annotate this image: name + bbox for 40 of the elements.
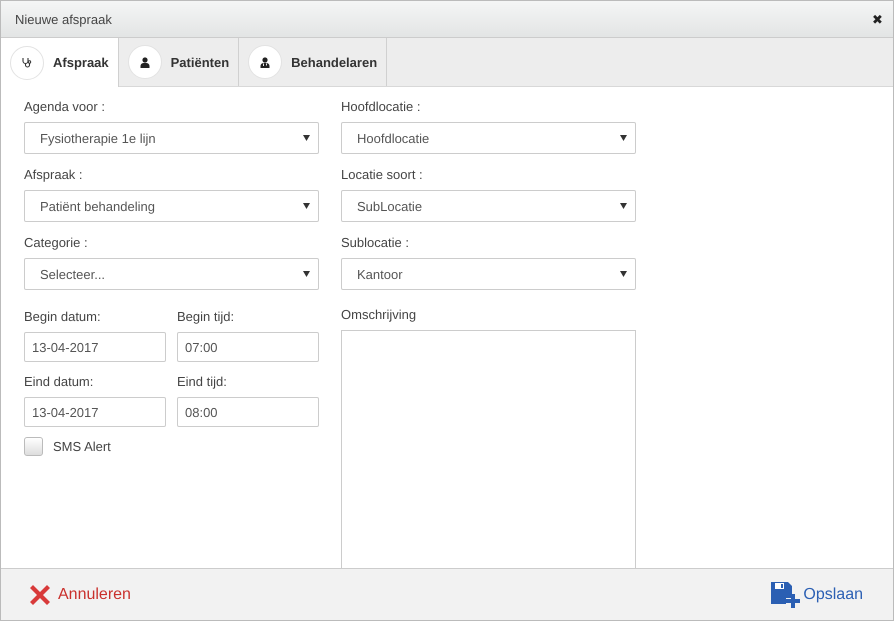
input-field[interactable]: 07:00: [177, 332, 319, 362]
field-label: Agenda voor :: [24, 99, 106, 115]
window-title: Nieuwe afspraak: [15, 12, 112, 26]
input-field[interactable]: 13-04-2017: [24, 397, 166, 427]
select-field[interactable]: SubLocatie: [341, 190, 636, 222]
field-label: Afspraak :: [24, 167, 84, 183]
caret-icon: [620, 203, 627, 209]
checkbox-label: SMS Alert: [53, 439, 111, 454]
select-field[interactable]: Selecteer...: [24, 258, 319, 290]
caret-icon: [620, 271, 627, 277]
field-label: Omschrijving: [341, 307, 418, 323]
input-field[interactable]: 08:00: [177, 397, 319, 427]
stethoscope-icon: [22, 57, 32, 68]
cancel-button[interactable]: Annuleren: [29, 584, 131, 606]
tab[interactable]: Patiënten: [118, 38, 240, 86]
field-label: Hoofdlocatie :: [341, 99, 422, 115]
field-label: Begin tijd:: [177, 309, 236, 325]
field-label: Eind datum:: [24, 374, 94, 390]
checkbox[interactable]: [24, 437, 43, 456]
user-icon: [140, 56, 150, 68]
field-label: Sublocatie :: [341, 235, 410, 251]
close-button[interactable]: ✖: [872, 12, 883, 26]
close-icon: [29, 584, 51, 606]
select-field[interactable]: Patiënt behandeling: [24, 190, 319, 222]
tab[interactable]: Afspraak: [1, 38, 119, 87]
field-label: Begin datum:: [24, 309, 102, 325]
doctor-icon: [260, 56, 270, 68]
select-field[interactable]: Kantoor: [341, 258, 636, 290]
caret-icon: [303, 135, 310, 141]
select-field[interactable]: Hoofdlocatie: [341, 122, 636, 154]
field-label: Categorie :: [24, 235, 89, 251]
field-label: Locatie soort :: [341, 167, 424, 183]
save-icon: [771, 582, 802, 608]
select-field[interactable]: Fysiotherapie 1e lijn: [24, 122, 319, 154]
field-label: Eind tijd:: [177, 374, 228, 390]
caret-icon: [620, 135, 627, 141]
input-field[interactable]: 13-04-2017: [24, 332, 166, 362]
caret-icon: [303, 271, 310, 277]
caret-icon: [303, 203, 310, 209]
save-button[interactable]: Opslaan: [771, 582, 863, 608]
